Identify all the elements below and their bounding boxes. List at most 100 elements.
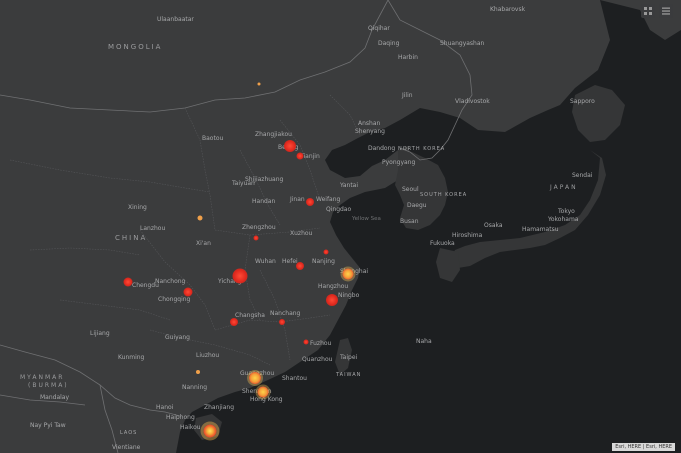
label-lijiang: Lijiang xyxy=(90,330,110,337)
label-jilin: Jilin xyxy=(402,92,413,99)
label-dandong: Dandong xyxy=(368,145,396,152)
label-sapporo: Sapporo xyxy=(570,98,595,105)
label-weifang: Weifang xyxy=(316,196,341,203)
case-marker[interactable] xyxy=(326,294,338,306)
label-zhangjiakou: Zhangjiakou xyxy=(255,131,292,138)
label-ningbo: Ningbo xyxy=(338,292,360,299)
case-marker[interactable] xyxy=(296,262,304,270)
map-toolbar xyxy=(641,4,673,18)
case-marker[interactable] xyxy=(257,386,269,398)
case-marker[interactable] xyxy=(296,152,304,160)
label-yokohama: Yokohama xyxy=(548,216,579,223)
label-hamamatsu: Hamamatsu xyxy=(522,226,559,233)
case-marker[interactable] xyxy=(183,287,193,297)
label-burma: (BURMA) xyxy=(28,382,69,389)
case-marker[interactable] xyxy=(230,318,238,326)
label-taiyuan: Taiyuan xyxy=(232,180,255,187)
label-south-korea: SOUTH KOREA xyxy=(420,192,468,198)
case-marker[interactable] xyxy=(257,82,261,86)
label-shantou: Shantou xyxy=(282,375,307,382)
label-yellow-sea: Yellow Sea xyxy=(352,216,381,222)
label-vladivostok: Vladivostok xyxy=(455,98,490,105)
label-xuzhou: Xuzhou xyxy=(290,230,313,237)
label-shenyang: Shenyang xyxy=(355,128,385,135)
case-marker[interactable] xyxy=(123,277,133,287)
case-marker[interactable] xyxy=(284,140,296,152)
label-hong-kong: Hong Kong xyxy=(250,396,283,403)
label-harbin: Harbin xyxy=(398,54,418,61)
label-myanmar: MYANMAR xyxy=(20,374,65,381)
map-attribution: Esri, HERE | Esri, HERE xyxy=(612,443,675,451)
label-haiphong: Haiphong xyxy=(166,414,195,421)
label-shuangyashan: Shuangyashan xyxy=(440,40,485,47)
label-lanzhou: Lanzhou xyxy=(140,225,166,232)
label-china: CHINA xyxy=(115,234,148,242)
case-marker[interactable] xyxy=(203,424,217,438)
label-xian: Xi'an xyxy=(196,240,211,247)
label-hanoi: Hanoi xyxy=(156,404,174,411)
label-xining: Xining xyxy=(128,204,147,211)
label-seoul: Seoul xyxy=(402,186,419,193)
label-fukuoka: Fukuoka xyxy=(430,240,455,247)
label-anshan: Anshan xyxy=(358,120,381,127)
label-busan: Busan xyxy=(400,218,419,225)
label-nanchong: Nanchong xyxy=(155,278,186,285)
label-naha: Naha xyxy=(416,338,432,345)
label-haikou: Haikou xyxy=(180,424,201,431)
case-marker[interactable] xyxy=(323,249,329,255)
label-north-korea: NORTH KOREA xyxy=(398,146,446,152)
label-ulaanbaatar: Ulaanbaatar xyxy=(157,16,194,23)
label-pyongyang: Pyongyang xyxy=(382,159,416,166)
label-nanning: Nanning xyxy=(182,384,208,391)
label-kunming: Kunming xyxy=(118,354,145,361)
case-marker[interactable] xyxy=(197,215,203,221)
label-changsha: Changsha xyxy=(235,312,265,319)
label-mongolia: MONGOLIA xyxy=(108,43,163,51)
label-baotou: Baotou xyxy=(202,135,224,142)
label-guiyang: Guiyang xyxy=(165,334,190,341)
grid-icon xyxy=(644,7,652,15)
label-laos: LAOS xyxy=(120,430,138,436)
label-sendai: Sendai xyxy=(572,172,593,179)
case-marker[interactable] xyxy=(303,339,309,345)
case-marker[interactable] xyxy=(342,268,354,280)
list-icon xyxy=(662,7,670,15)
label-daqing: Daqing xyxy=(378,40,400,47)
layer-list-button[interactable] xyxy=(659,4,673,18)
label-qingdao: Qingdao xyxy=(326,206,352,213)
label-tokyo: Tokyo xyxy=(558,208,575,215)
case-marker[interactable] xyxy=(196,370,200,374)
label-zhanjiang: Zhanjiang xyxy=(204,404,235,411)
label-nanchang: Nanchang xyxy=(270,310,301,317)
case-marker[interactable] xyxy=(249,372,261,384)
label-hiroshima: Hiroshima xyxy=(452,232,483,239)
label-chengdu: Chengdu xyxy=(132,282,159,289)
label-chongqing: Chongqing xyxy=(158,296,191,303)
label-khabarovsk: Khabarovsk xyxy=(490,6,526,13)
label-yantai: Yantai xyxy=(340,182,359,189)
basemap xyxy=(0,0,681,453)
label-quanzhou: Quanzhou xyxy=(302,356,333,363)
case-marker[interactable] xyxy=(279,319,285,325)
label-wuhan: Wuhan xyxy=(255,258,276,265)
case-marker[interactable] xyxy=(253,235,259,241)
case-marker[interactable] xyxy=(232,268,248,284)
label-japan: JAPAN xyxy=(550,184,578,191)
label-nay-pyi-taw: Nay Pyi Taw xyxy=(30,422,66,429)
label-osaka: Osaka xyxy=(484,222,503,229)
label-zhengzhou: Zhengzhou xyxy=(242,224,276,231)
map-view[interactable]: Ulaanbaatar MONGOLIA Khabarovsk Qiqihar … xyxy=(0,0,681,453)
label-daegu: Daegu xyxy=(407,202,427,209)
label-vientiane: Vientiane xyxy=(112,444,141,451)
label-hangzhou: Hangzhou xyxy=(318,283,349,290)
label-taiwan: TAIWAN xyxy=(336,372,362,378)
label-liuzhou: Liuzhou xyxy=(196,352,220,359)
label-jinan: Jinan xyxy=(290,196,305,203)
basemap-gallery-button[interactable] xyxy=(641,4,655,18)
label-taipei: Taipei xyxy=(340,354,358,361)
label-handan: Handan xyxy=(252,198,276,205)
label-fuzhou: Fuzhou xyxy=(310,340,332,347)
case-marker[interactable] xyxy=(306,198,314,206)
label-nanjing: Nanjing xyxy=(312,258,335,265)
label-qiqihar: Qiqihar xyxy=(368,25,390,32)
